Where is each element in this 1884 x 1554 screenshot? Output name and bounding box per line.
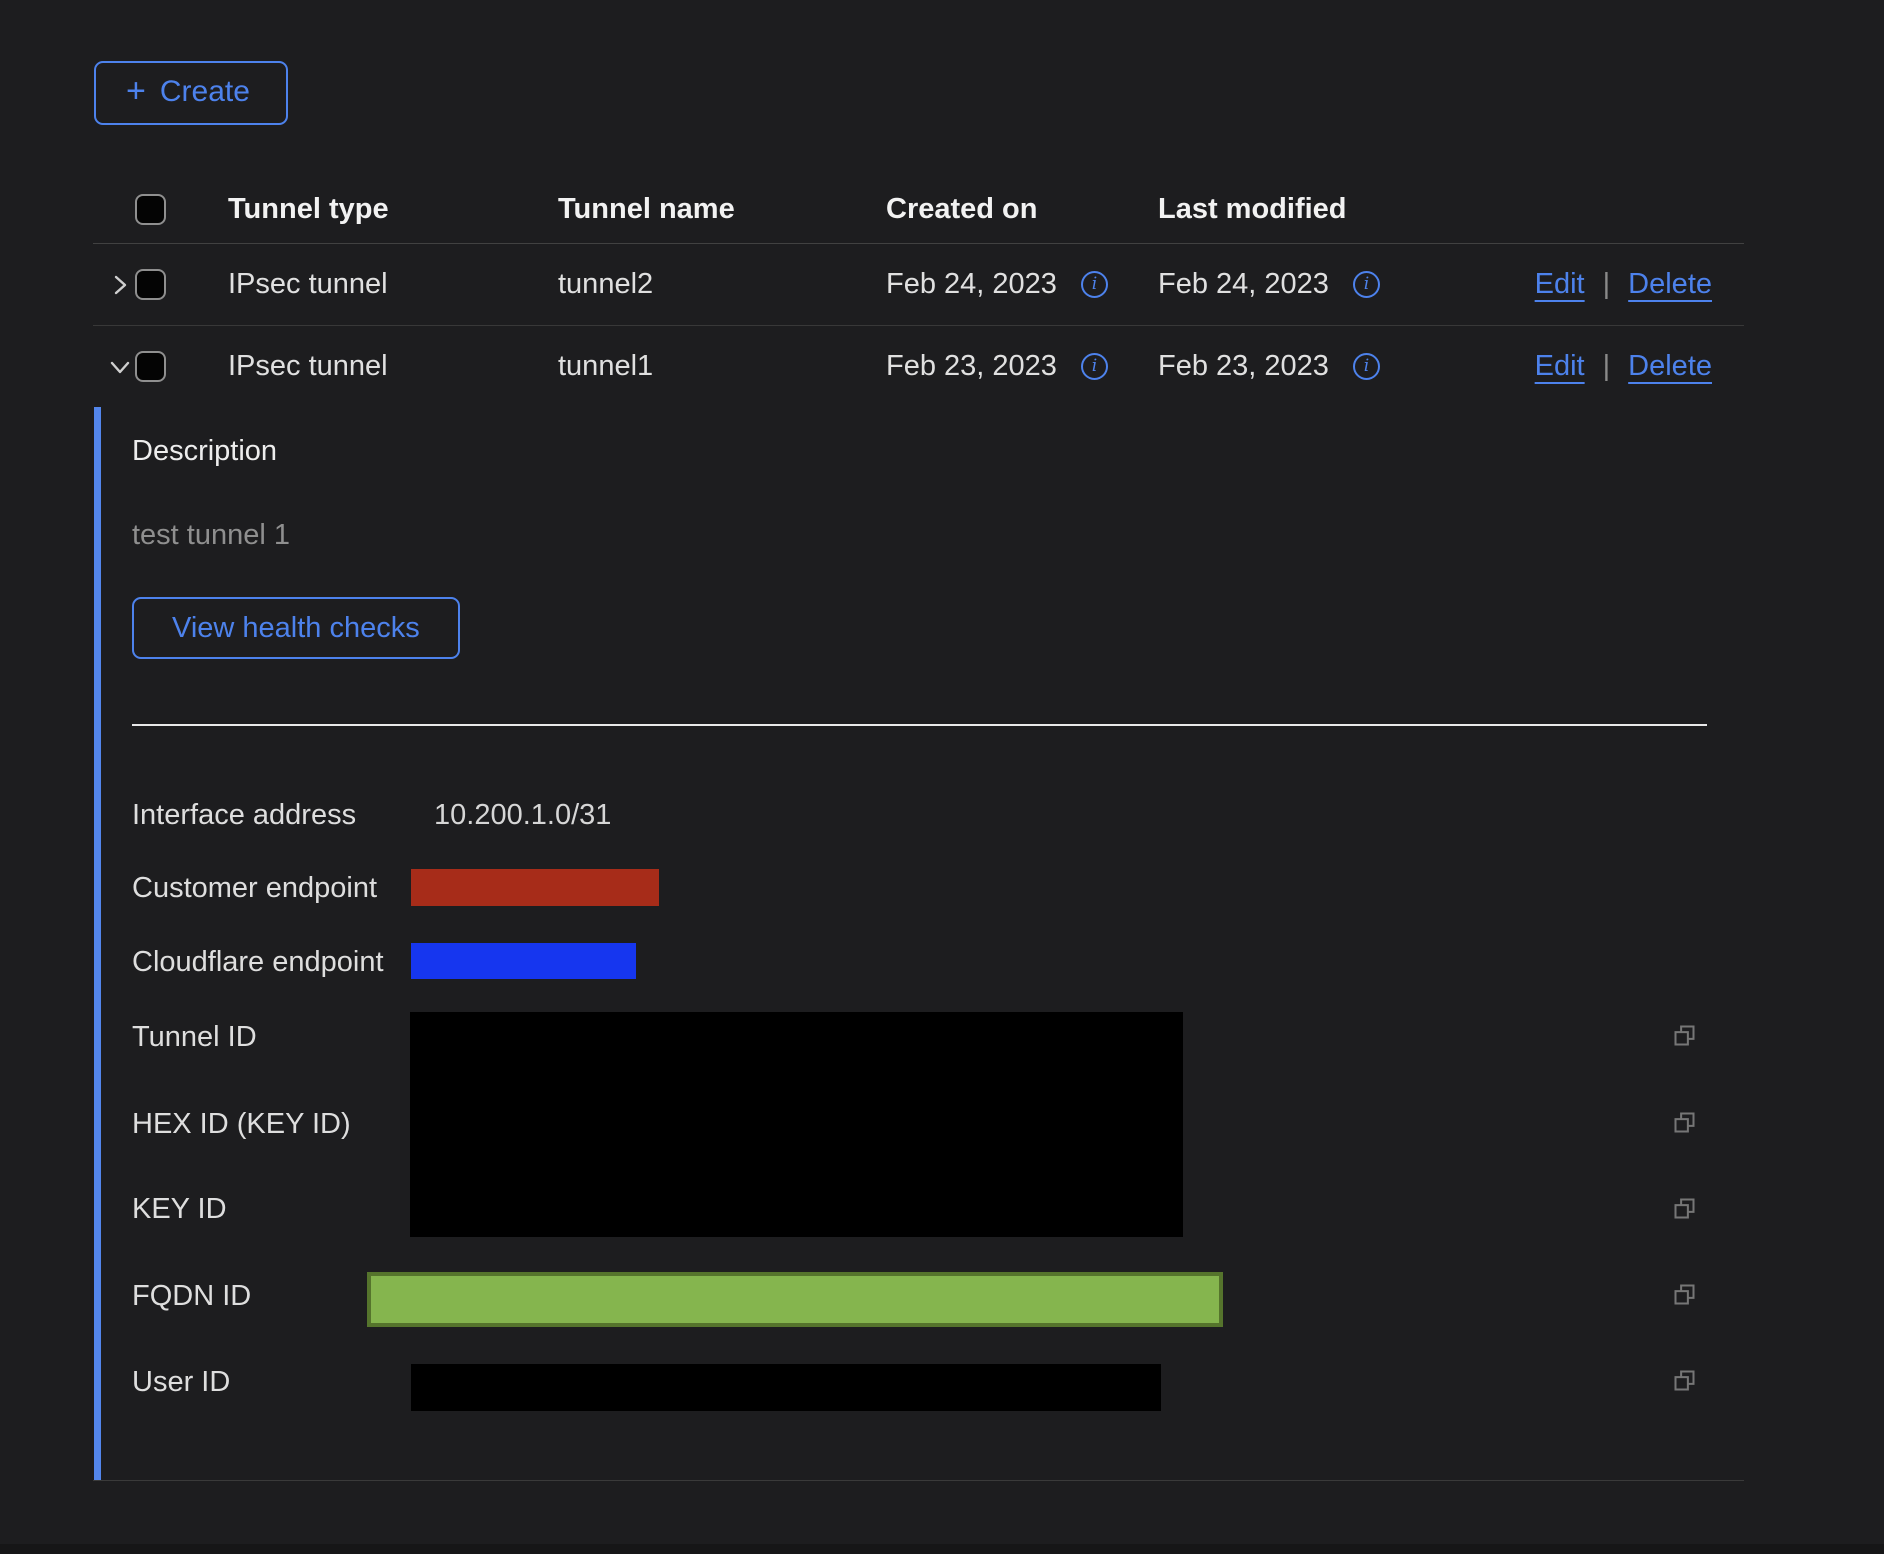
table-header-row: Tunnel type Tunnel name Created on Last … xyxy=(93,175,1744,244)
create-button[interactable]: + Create xyxy=(94,61,288,125)
cloudflare-endpoint-label: Cloudflare endpoint xyxy=(132,946,384,979)
row-checkbox[interactable] xyxy=(135,269,166,300)
tunnel-name-cell: tunnel1 xyxy=(558,350,886,383)
info-icon[interactable]: i xyxy=(1353,271,1380,298)
cloudflare-endpoint-redacted-value xyxy=(411,943,636,979)
header-tunnel-type: Tunnel type xyxy=(228,193,558,226)
copy-icon[interactable] xyxy=(1671,1281,1698,1308)
hex-id-label: HEX ID (KEY ID) xyxy=(132,1108,351,1141)
ids-redacted-value xyxy=(410,1012,1183,1237)
copy-icon[interactable] xyxy=(1671,1195,1698,1222)
delete-link[interactable]: Delete xyxy=(1628,268,1712,301)
user-id-label: User ID xyxy=(132,1366,230,1399)
customer-endpoint-label: Customer endpoint xyxy=(132,872,377,905)
tunnel-id-label: Tunnel ID xyxy=(132,1021,257,1054)
row-checkbox[interactable] xyxy=(135,351,166,382)
tunnel-name-cell: tunnel2 xyxy=(558,268,886,301)
select-all-checkbox[interactable] xyxy=(135,194,166,225)
chevron-right-icon[interactable] xyxy=(107,272,135,298)
plus-icon: + xyxy=(126,74,146,108)
detail-divider xyxy=(132,724,1707,726)
description-value: test tunnel 1 xyxy=(132,519,290,552)
edit-link[interactable]: Edit xyxy=(1535,268,1585,301)
tunnel-type-cell: IPsec tunnel xyxy=(228,350,558,383)
created-on-cell: Feb 24, 2023 xyxy=(886,268,1057,301)
customer-endpoint-redacted-value xyxy=(411,869,659,906)
tunnel-detail-panel: Description test tunnel 1 View health ch… xyxy=(93,407,1744,1481)
table-row: IPsec tunnel tunnel1 Feb 23, 2023 i Feb … xyxy=(93,326,1744,407)
view-health-checks-button[interactable]: View health checks xyxy=(132,597,460,659)
last-modified-cell: Feb 24, 2023 xyxy=(1158,268,1329,301)
table-row: IPsec tunnel tunnel2 Feb 24, 2023 i Feb … xyxy=(93,244,1744,326)
create-button-label: Create xyxy=(160,75,250,109)
copy-icon[interactable] xyxy=(1671,1022,1698,1049)
delete-link[interactable]: Delete xyxy=(1628,350,1712,383)
interface-address-label: Interface address xyxy=(132,799,356,832)
created-on-cell: Feb 23, 2023 xyxy=(886,350,1057,383)
interface-address-value: 10.200.1.0/31 xyxy=(434,799,611,832)
tunnel-type-cell: IPsec tunnel xyxy=(228,268,558,301)
description-label: Description xyxy=(132,435,277,468)
copy-icon[interactable] xyxy=(1671,1367,1698,1394)
link-separator: | xyxy=(1603,268,1611,301)
last-modified-cell: Feb 23, 2023 xyxy=(1158,350,1329,383)
info-icon[interactable]: i xyxy=(1353,353,1380,380)
tunnels-table: Tunnel type Tunnel name Created on Last … xyxy=(93,175,1744,407)
header-last-modified: Last modified xyxy=(1158,193,1430,226)
fqdn-id-redacted-value xyxy=(367,1272,1223,1327)
bottom-strip xyxy=(0,1544,1884,1554)
fqdn-id-label: FQDN ID xyxy=(132,1280,251,1313)
user-id-redacted-value xyxy=(411,1364,1161,1411)
edit-link[interactable]: Edit xyxy=(1535,350,1585,383)
info-icon[interactable]: i xyxy=(1081,271,1108,298)
header-tunnel-name: Tunnel name xyxy=(558,193,886,226)
copy-icon[interactable] xyxy=(1671,1109,1698,1136)
expanded-accent-bar xyxy=(94,407,101,1480)
info-icon[interactable]: i xyxy=(1081,353,1108,380)
link-separator: | xyxy=(1603,350,1611,383)
key-id-label: KEY ID xyxy=(132,1193,227,1226)
header-created-on: Created on xyxy=(886,193,1158,226)
chevron-down-icon[interactable] xyxy=(107,354,135,380)
